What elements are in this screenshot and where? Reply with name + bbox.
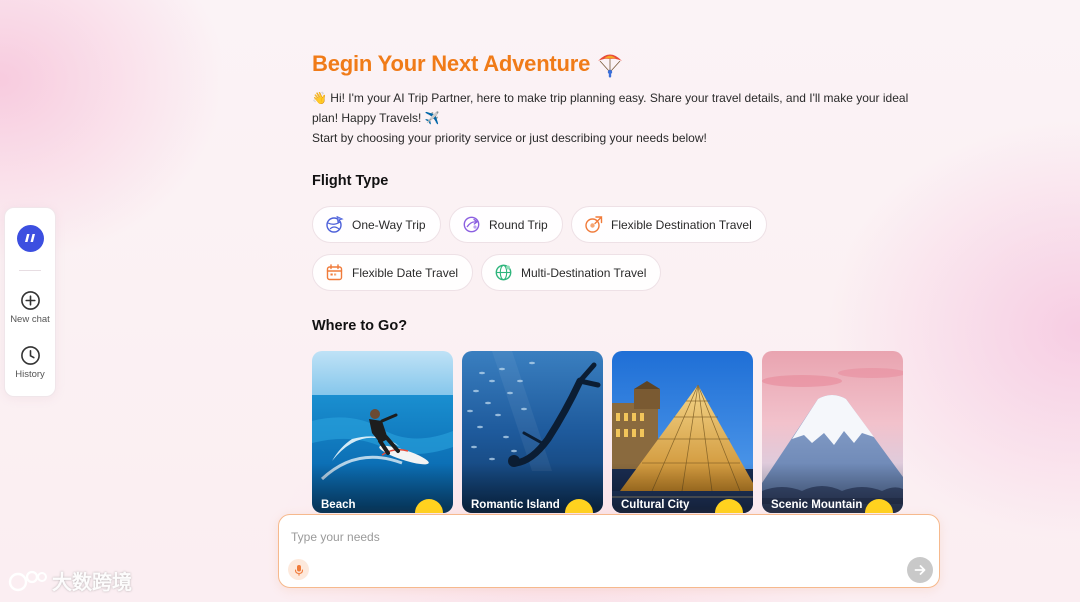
- flexible-destination-travel-label: Flexible Destination Travel: [611, 217, 752, 232]
- flight-type-heading: Flight Type: [312, 173, 389, 189]
- round-trip-label: Round Trip: [489, 217, 548, 232]
- intro-line-2: Start by choosing your priority service …: [312, 131, 707, 145]
- watermark-logo-icon: [8, 570, 47, 591]
- quote-logo-icon[interactable]: [17, 225, 44, 252]
- flexible-date-travel-option[interactable]: Flexible Date Travel: [312, 254, 474, 291]
- flexible-destination-icon: [584, 215, 603, 234]
- intro-line-1: 👋 Hi! I'm your AI Trip Partner, here to …: [312, 91, 909, 125]
- clock-icon: [20, 346, 40, 365]
- romantic-island-card[interactable]: Romantic Island: [462, 351, 603, 513]
- round-trip-option[interactable]: Round Trip: [449, 206, 563, 243]
- plus-circle-icon: [20, 291, 40, 310]
- globe-icon: [494, 263, 513, 282]
- chat-input[interactable]: [291, 527, 911, 547]
- send-button[interactable]: [907, 557, 933, 583]
- round-trip-icon: [462, 215, 481, 234]
- beach-card[interactable]: Beach: [312, 351, 453, 513]
- flexible-destination-travel-option[interactable]: Flexible Destination Travel: [571, 206, 767, 243]
- watermark: 大数跨境: [8, 566, 132, 595]
- globe-plane-icon: [325, 215, 344, 234]
- multi-destination-travel-option[interactable]: Multi-Destination Travel: [481, 254, 662, 291]
- one-way-trip-label: One-Way Trip: [352, 217, 426, 232]
- page-title-text: Begin Your Next Adventure: [312, 51, 591, 76]
- new-chat-button[interactable]: New chat: [5, 290, 55, 325]
- watermark-text: 大数跨境: [52, 572, 132, 594]
- cultural-city-label: Cultural City: [621, 499, 690, 511]
- page-title: Begin Your Next Adventure: [312, 50, 624, 78]
- calendar-icon: [325, 263, 344, 282]
- side-rail: New chat History: [4, 207, 56, 397]
- new-chat-label: New chat: [10, 314, 50, 325]
- cultural-city-card[interactable]: Cultural City: [612, 351, 753, 513]
- scenic-mountain-card[interactable]: Scenic Mountain: [762, 351, 903, 513]
- beach-label: Beach: [321, 499, 356, 511]
- microphone-icon: [294, 564, 303, 576]
- paraglider-icon: [598, 54, 623, 78]
- chat-input-box: [278, 514, 940, 588]
- flexible-date-travel-label: Flexible Date Travel: [352, 265, 459, 280]
- one-way-trip-option[interactable]: One-Way Trip: [312, 206, 441, 243]
- rail-divider: [19, 270, 41, 271]
- microphone-button[interactable]: [288, 559, 309, 580]
- where-to-go-heading: Where to Go?: [312, 318, 408, 334]
- scenic-mountain-label: Scenic Mountain: [771, 499, 863, 511]
- multi-destination-travel-label: Multi-Destination Travel: [521, 265, 647, 280]
- arrow-right-icon: [914, 565, 926, 575]
- intro-text: 👋 Hi! I'm your AI Trip Partner, here to …: [312, 88, 912, 148]
- history-label: History: [15, 369, 45, 380]
- romantic-island-label: Romantic Island: [471, 499, 560, 511]
- history-button[interactable]: History: [5, 345, 55, 380]
